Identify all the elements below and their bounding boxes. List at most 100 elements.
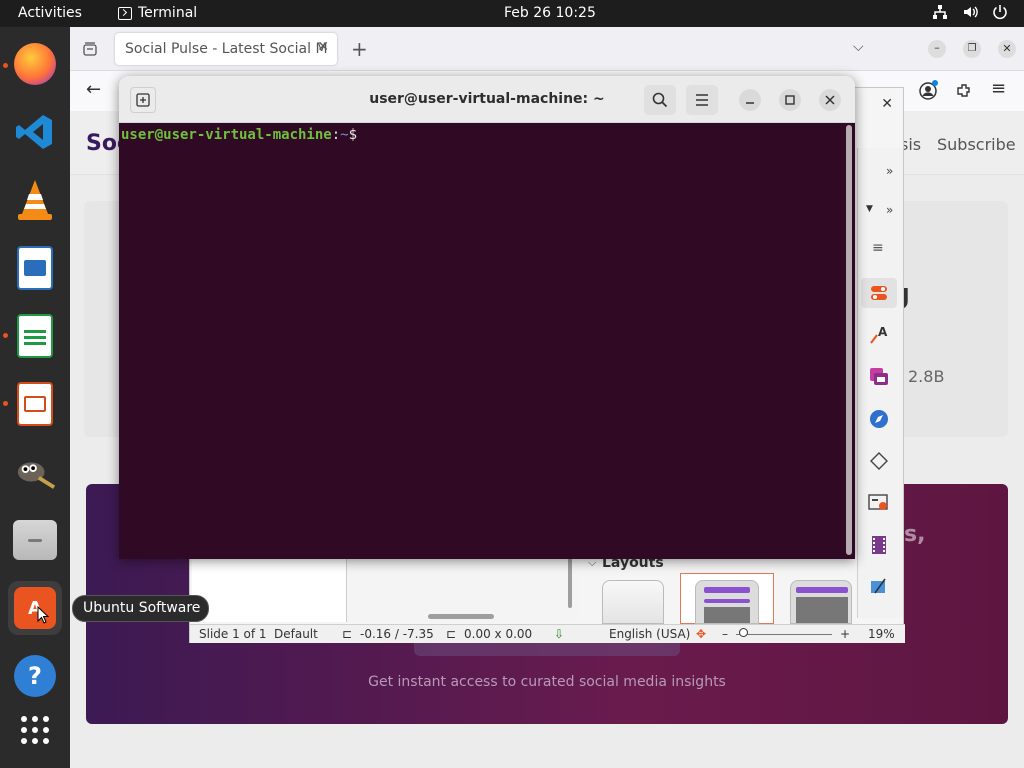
menu-hamburger-icon[interactable]: ≡ xyxy=(991,78,1006,99)
calc-icon xyxy=(17,314,53,358)
network-icon xyxy=(933,5,947,19)
close-icon xyxy=(825,95,835,105)
styles-icon[interactable]: A xyxy=(868,324,890,346)
status-language[interactable]: English (USA) xyxy=(609,627,690,641)
hamburger-menu-icon xyxy=(696,94,708,106)
menu-button[interactable] xyxy=(686,85,718,115)
clock[interactable]: Feb 26 10:25 xyxy=(504,5,596,21)
card-stat: 2.8B xyxy=(908,367,945,386)
close-button[interactable] xyxy=(819,89,841,111)
vertical-scrollbar[interactable] xyxy=(568,558,572,608)
extensions-icon[interactable] xyxy=(955,82,973,100)
app-name: Terminal xyxy=(138,5,198,21)
dock-ubuntu-software[interactable]: A xyxy=(8,581,62,635)
system-tray[interactable] xyxy=(932,4,1008,20)
close-window-button[interactable]: ✕ xyxy=(998,40,1016,58)
animation-icon[interactable] xyxy=(868,534,890,556)
terminal-scrollbar[interactable] xyxy=(846,125,852,555)
dock-tooltip: Ubuntu Software xyxy=(72,595,209,622)
files-icon xyxy=(13,520,57,560)
dock-calc[interactable] xyxy=(8,309,62,363)
tab-list-chevron-icon[interactable]: ⌵ xyxy=(853,39,864,55)
notification-dot xyxy=(932,80,938,86)
zoom-slider[interactable] xyxy=(736,634,832,635)
maximize-button[interactable] xyxy=(779,89,801,111)
impress-status-bar: Slide 1 of 1 Default ⊏ -0.16 / -7.35 ⊏ 0… xyxy=(190,624,905,643)
status-master[interactable]: Default xyxy=(274,627,318,641)
prompt-path: ~ xyxy=(340,127,349,143)
zoom-slider-handle[interactable] xyxy=(739,628,748,637)
tab-overview-icon[interactable] xyxy=(82,41,98,57)
nav-link-subscribe[interactable]: Subscribe xyxy=(937,135,1016,154)
tab-title: Social Pulse - Latest Social M xyxy=(125,41,328,57)
restore-window-button[interactable]: ❐ xyxy=(963,40,981,58)
banner-heading: s, xyxy=(904,522,926,547)
properties-icon[interactable] xyxy=(861,278,897,308)
terminal-header-bar[interactable]: user@user-virtual-machine: ~ xyxy=(119,76,855,123)
minimize-icon xyxy=(746,102,754,104)
mouse-cursor-icon xyxy=(37,606,49,624)
sidebar-expand-icon[interactable]: » xyxy=(886,164,893,178)
browser-tab[interactable]: Social Pulse - Latest Social M ✕ xyxy=(115,33,337,65)
prompt-symbol: $ xyxy=(348,127,358,143)
search-button[interactable] xyxy=(644,85,676,115)
size-icon: ⊏ xyxy=(446,627,457,641)
layout-title-content[interactable] xyxy=(680,573,774,624)
banner-caption: Get instant access to curated social med… xyxy=(368,674,726,690)
dock-writer[interactable] xyxy=(8,241,62,295)
terminal-output[interactable]: user@user-virtual-machine:~$ xyxy=(119,123,855,559)
dock: A ? xyxy=(0,27,70,768)
dock-vlc[interactable] xyxy=(8,173,62,227)
layout-blank[interactable] xyxy=(602,580,664,624)
gallery-icon[interactable] xyxy=(868,366,890,388)
app-grid-icon xyxy=(21,716,49,744)
shapes-icon[interactable] xyxy=(868,450,890,472)
vscode-icon xyxy=(14,111,56,153)
layout-title-block[interactable] xyxy=(790,580,852,624)
slides-pane xyxy=(192,558,347,622)
impress-close-icon[interactable]: ✕ xyxy=(881,96,893,112)
close-tab-icon[interactable]: ✕ xyxy=(317,39,329,55)
dock-help[interactable]: ? xyxy=(8,649,62,703)
prompt-separator: : xyxy=(331,127,341,143)
top-bar: Activities Terminal Feb 26 10:25 xyxy=(0,0,1024,27)
dock-impress[interactable] xyxy=(8,377,62,431)
minimize-window-button[interactable]: – xyxy=(928,40,946,58)
new-tab-button[interactable]: + xyxy=(351,37,368,61)
fit-slide-icon[interactable]: ✥ xyxy=(696,627,706,641)
shell-prompt: user@user-virtual-machine:~$ xyxy=(121,127,357,143)
slide-transition-icon[interactable] xyxy=(868,576,890,598)
status-slide: Slide 1 of 1 xyxy=(199,627,267,641)
horizontal-scrollbar[interactable] xyxy=(428,614,494,619)
svg-text:A: A xyxy=(878,325,888,339)
minimize-button[interactable] xyxy=(739,89,761,111)
help-icon: ? xyxy=(14,655,56,697)
layouts-panel: ⌵ Layouts xyxy=(582,554,856,624)
slide-area xyxy=(348,558,578,622)
sidebar-expand-icon[interactable]: » xyxy=(886,203,893,217)
navigator-icon[interactable] xyxy=(868,408,890,430)
master-slides-icon[interactable] xyxy=(868,492,890,514)
dock-gimp[interactable] xyxy=(8,445,62,499)
vlc-icon xyxy=(14,179,56,221)
volume-icon xyxy=(964,6,978,18)
ubuntu-software-icon: A xyxy=(14,587,56,629)
sidebar-dropdown-icon[interactable]: ▼ xyxy=(866,204,873,214)
app-menu[interactable]: Terminal xyxy=(118,5,197,21)
maximize-icon xyxy=(785,95,795,105)
save-status-icon[interactable]: ⇩ xyxy=(554,627,564,641)
back-arrow-icon[interactable]: ← xyxy=(86,79,101,100)
position-icon: ⊏ xyxy=(342,627,353,641)
zoom-out-button[interactable]: – xyxy=(722,627,728,641)
show-applications-button[interactable] xyxy=(8,703,62,757)
prompt-user: user@user-virtual-machine xyxy=(121,127,332,143)
status-zoom[interactable]: 19% xyxy=(868,627,895,641)
zoom-in-button[interactable]: + xyxy=(840,627,850,641)
activities-button[interactable]: Activities xyxy=(18,5,82,21)
gimp-icon xyxy=(14,451,56,493)
dock-firefox[interactable] xyxy=(8,37,62,91)
dock-files[interactable] xyxy=(8,513,62,567)
writer-icon xyxy=(17,246,53,290)
sidebar-menu-icon[interactable]: ≡ xyxy=(872,240,884,256)
dock-vscode[interactable] xyxy=(8,105,62,159)
